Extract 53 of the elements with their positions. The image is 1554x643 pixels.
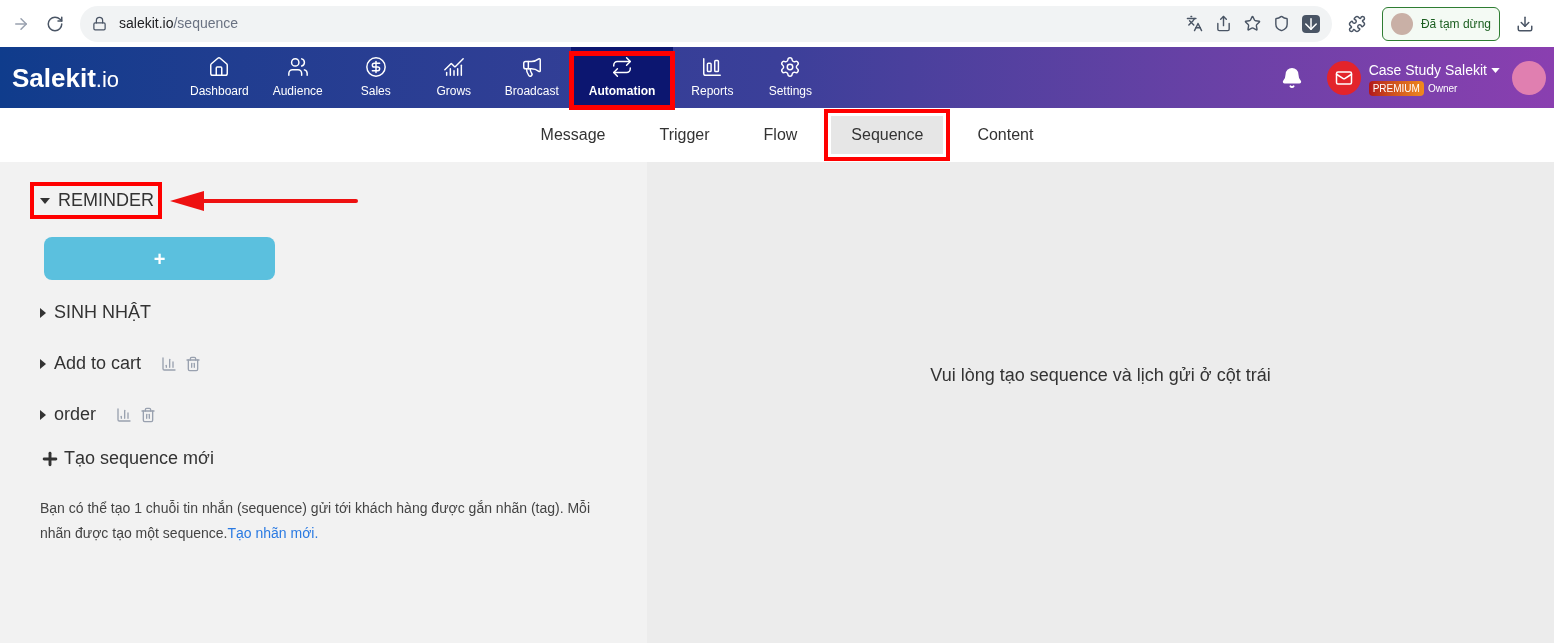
repeat-icon	[611, 55, 634, 78]
caret-right-icon	[40, 358, 46, 369]
bell-icon[interactable]	[1280, 66, 1303, 89]
settings-icon	[779, 55, 802, 78]
users-icon	[286, 55, 309, 78]
translate-icon[interactable]	[1185, 15, 1203, 32]
tab[interactable]: Trigger	[639, 116, 730, 154]
caret-right-icon	[40, 307, 46, 318]
premium-badge: PREMIUM	[1368, 80, 1424, 96]
extensions-icon[interactable]	[1347, 14, 1366, 33]
mail-icon	[1334, 68, 1353, 87]
nav-item[interactable]: Audience	[258, 47, 337, 108]
trend-chart-icon	[442, 55, 465, 78]
nav-item[interactable]: Settings	[751, 47, 830, 108]
download-icon[interactable]	[1516, 14, 1534, 33]
bar-chart-icon	[701, 55, 724, 78]
star-icon[interactable]	[1243, 15, 1261, 32]
caret-down-icon	[40, 197, 50, 204]
mail-button[interactable]	[1326, 60, 1361, 95]
nav-item[interactable]: Reports	[673, 47, 752, 108]
tab[interactable]: Message	[520, 116, 626, 154]
nav-item[interactable]: Automation	[570, 47, 674, 108]
avatar	[1390, 12, 1413, 35]
sequence-toggle[interactable]: Add to cart	[36, 350, 144, 377]
account-name[interactable]: Case Study Salekit	[1368, 59, 1487, 81]
lock-icon	[92, 16, 107, 31]
caret-down-icon[interactable]	[1491, 67, 1500, 73]
tab[interactable]: Content	[957, 116, 1054, 154]
caret-right-icon	[40, 409, 46, 420]
help-text: Bạn có thể tạo 1 chuỗi tin nhắn (sequence) gửi tới khách hàng được gắn nhãn (tag). Mỗi nhãn được tạo một sequence.Tạo nhãn mới.	[40, 499, 591, 543]
tab[interactable]: Flow	[743, 116, 818, 154]
nav-item[interactable]: Grows	[414, 47, 493, 108]
tab[interactable]: Sequence	[831, 116, 944, 154]
home-icon	[208, 55, 231, 78]
dollar-icon	[364, 55, 387, 78]
role-text: Owner	[1427, 81, 1458, 96]
nav-item[interactable]: Sales	[336, 47, 415, 108]
share-icon[interactable]	[1214, 15, 1232, 32]
create-tag-link[interactable]: Tạo nhãn mới.	[227, 525, 319, 541]
url-text: salekit.io/sequence	[119, 14, 239, 33]
nav-item[interactable]: Dashboard	[180, 47, 259, 108]
sequence-toggle[interactable]: REMINDER	[36, 187, 156, 214]
profile-button[interactable]: Đã tạm dừng	[1381, 6, 1500, 41]
megaphone-icon	[520, 55, 543, 78]
salekit-logo[interactable]: Salekit.io	[0, 64, 180, 91]
sequence-toggle[interactable]: SINH NHẬT	[36, 299, 153, 326]
nav-item[interactable]: Broadcast	[492, 47, 571, 108]
reload-icon[interactable]	[46, 14, 64, 33]
new-sequence-link[interactable]: Tạo sequence mới	[40, 445, 647, 472]
sequence-toggle[interactable]: order	[36, 401, 99, 428]
empty-message: Vui lòng tạo sequence và lịch gửi ở cột trái	[930, 364, 1271, 387]
address-bar[interactable]: salekit.io/sequence	[80, 5, 1332, 42]
shield-icon[interactable]	[1272, 15, 1290, 32]
